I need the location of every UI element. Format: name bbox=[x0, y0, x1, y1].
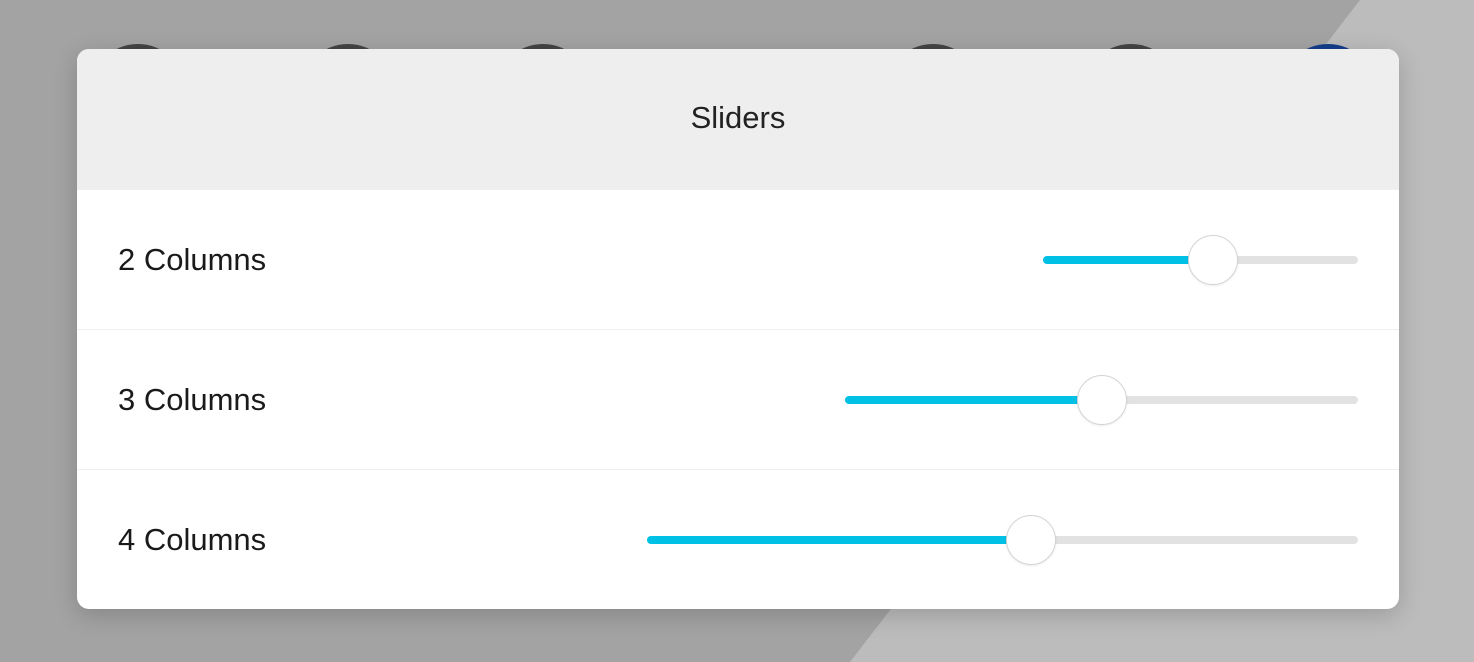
sliders-dialog: Sliders 2 Columns 3 Columns 4 Columns bbox=[77, 49, 1399, 609]
slider-label: 3 Columns bbox=[118, 381, 267, 417]
slider-thumb[interactable] bbox=[1076, 374, 1127, 425]
dialog-header: Sliders bbox=[77, 49, 1399, 189]
slider-3-columns[interactable] bbox=[845, 374, 1358, 425]
slider-row-2-columns: 2 Columns bbox=[77, 189, 1399, 329]
slider-fill bbox=[845, 395, 1102, 404]
dialog-title: Sliders bbox=[690, 100, 786, 135]
slider-fill bbox=[647, 535, 1031, 544]
slider-row-3-columns: 3 Columns bbox=[77, 329, 1399, 469]
slider-2-columns[interactable] bbox=[1043, 234, 1358, 285]
slider-thumb[interactable] bbox=[1188, 234, 1239, 285]
slider-row-4-columns: 4 Columns bbox=[77, 469, 1399, 609]
slider-thumb[interactable] bbox=[1005, 514, 1056, 565]
slider-label: 2 Columns bbox=[118, 241, 267, 277]
slider-4-columns[interactable] bbox=[647, 514, 1358, 565]
slider-label: 4 Columns bbox=[118, 521, 267, 557]
